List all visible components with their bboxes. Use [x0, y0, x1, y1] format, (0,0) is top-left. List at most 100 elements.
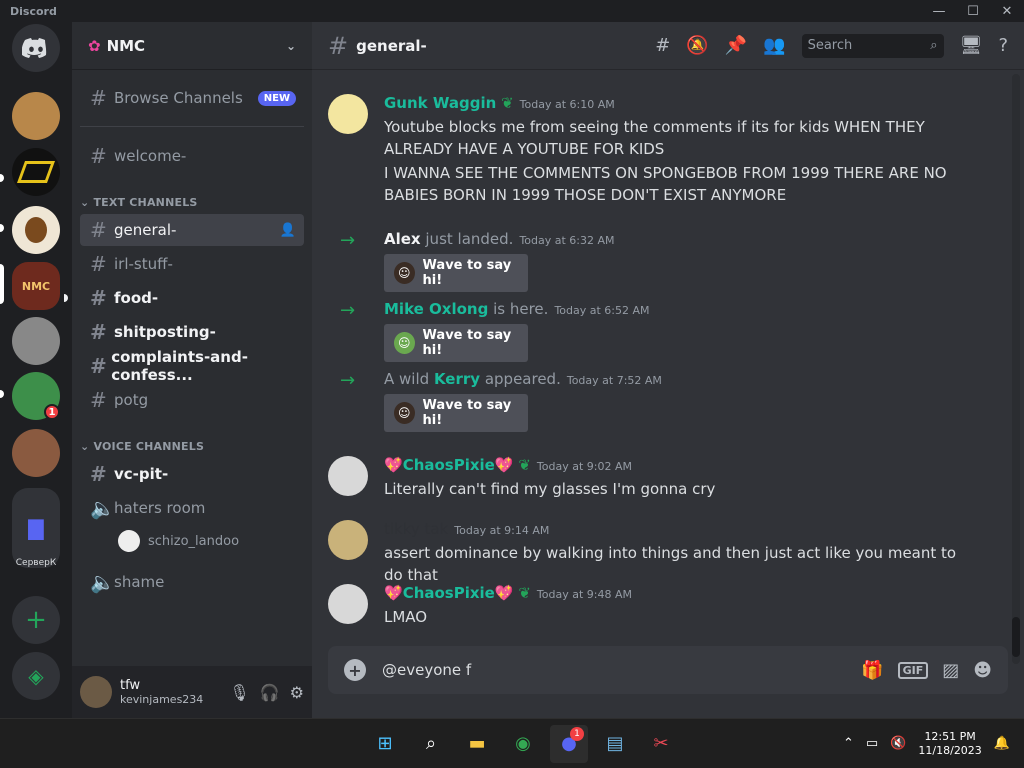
channel-potg[interactable]: # potg [80, 384, 304, 416]
channel-label: irl-stuff- [114, 255, 173, 273]
scrollbar-thumb[interactable] [1012, 617, 1020, 657]
add-attachment-icon[interactable]: + [344, 659, 366, 681]
server-folder[interactable]: ▇ [12, 488, 60, 568]
author-name[interactable]: tikky tak [384, 520, 448, 538]
channel-shitposting[interactable]: # shitposting- [80, 316, 304, 348]
notification-bell-icon[interactable]: 🔔 [994, 736, 1010, 751]
browse-channels[interactable]: # Browse Channels NEW [80, 82, 304, 114]
headphones-icon[interactable]: 🎧 [260, 683, 280, 702]
microphone-icon[interactable]: 🎙 [229, 683, 249, 702]
channel-welcome[interactable]: # welcome- [80, 140, 304, 172]
wave-label: Wave to say hi! [422, 398, 512, 428]
channel-label: food- [114, 289, 159, 307]
wave-sticker-icon: ☺ [394, 402, 415, 424]
members-icon[interactable]: 👥 [763, 35, 785, 56]
server-icon-3[interactable] [12, 206, 60, 254]
server-icon-5[interactable] [12, 317, 60, 365]
windows-start-icon[interactable]: ⊞ [366, 725, 404, 763]
server-icon-1[interactable] [12, 92, 60, 140]
minimize-icon[interactable]: — [922, 0, 956, 22]
sticker-icon[interactable]: ▨ [942, 660, 959, 681]
server-icon-small: ✿ [88, 36, 101, 55]
avatar[interactable] [328, 584, 368, 624]
hash-icon: # [90, 144, 107, 168]
server-icon-7[interactable] [12, 429, 60, 477]
scrollbar[interactable] [1012, 74, 1020, 664]
username: kevinjames234 [120, 693, 204, 706]
avatar[interactable] [80, 676, 112, 708]
wave-sticker-icon: ☺ [394, 262, 415, 284]
discord-home-icon[interactable] [12, 24, 60, 72]
unread-pill [0, 174, 4, 182]
wave-button[interactable]: ☺ Wave to say hi! [384, 254, 528, 292]
message-composer[interactable]: + @eveyone f 🎁 GIF ▨ ☻ [328, 646, 1008, 694]
mute-bell-icon[interactable]: 🔕 [686, 35, 708, 56]
channel-label: complaints-and-confess... [111, 348, 248, 384]
author-name[interactable]: ChaosPixie [403, 584, 495, 602]
channel-irl-stuff[interactable]: # irl-stuff- [80, 248, 304, 280]
wave-button[interactable]: ☺ Wave to say hi! [384, 394, 528, 432]
network-icon[interactable]: ▭ [866, 736, 878, 751]
taskbar-badge: 1 [570, 726, 584, 741]
volume-muted-icon[interactable]: 🔇 [890, 736, 906, 751]
server-icon-nmc[interactable]: NMC [12, 262, 60, 310]
wave-button[interactable]: ☺ Wave to say hi! [384, 324, 528, 362]
search-icon[interactable]: ⌕ [412, 725, 450, 763]
clock-time: 12:51 PM [924, 729, 976, 743]
channel-general[interactable]: # general- 👤 [80, 214, 304, 246]
snipping-tool-icon[interactable]: ✂ [642, 725, 680, 763]
close-icon[interactable]: ✕ [990, 0, 1024, 22]
threads-icon[interactable]: # [655, 35, 670, 56]
channel-food[interactable]: # food- [80, 282, 304, 314]
wave-label: Wave to say hi! [422, 328, 512, 358]
invite-icon[interactable]: 👤 [280, 223, 296, 238]
author-name[interactable]: ChaosPixie [403, 456, 495, 474]
discord-taskbar-icon[interactable]: ● 1 [550, 724, 588, 763]
maximize-icon[interactable]: ☐ [956, 0, 990, 22]
author-name[interactable]: Gunk Waggin [384, 94, 496, 112]
category-voice-channels[interactable]: ⌄ VOICE CHANNELS [80, 440, 204, 453]
category-text-channels[interactable]: ⌄ TEXT CHANNELS [80, 196, 198, 209]
channel-vc-pit[interactable]: # vc-pit- [80, 458, 304, 490]
message-text: LMAO [384, 608, 428, 626]
clock[interactable]: 12:51 PM 11/18/2023 [918, 730, 981, 758]
avatar[interactable] [328, 94, 368, 134]
channel-label: vc-pit- [114, 465, 169, 483]
timestamp: Today at 9:14 AM [454, 524, 550, 537]
hash-icon: # [90, 320, 107, 344]
chat-area: # general- # 🔕 📌 👥 Search ⌕ 🖥 ? Gunk Wag… [312, 22, 1024, 718]
voice-member[interactable]: schizo_landoo [118, 530, 239, 552]
file-explorer-icon[interactable]: ▬ [458, 725, 496, 763]
timestamp: Today at 6:32 AM [519, 234, 615, 247]
chevron-up-icon[interactable]: ⌃ [843, 736, 854, 751]
folder-label: СерверК [15, 558, 57, 568]
voice-channel-haters-room[interactable]: 🔈 haters room [80, 492, 304, 524]
gift-icon[interactable]: 🎁 [861, 660, 883, 681]
channel-complaints[interactable]: # complaints-and-confess... [80, 348, 304, 384]
channel-label: potg [114, 391, 149, 409]
search-input[interactable]: Search ⌕ [801, 33, 944, 58]
speaker-icon: 🔈 [90, 570, 115, 594]
inbox-icon[interactable]: 🖥 [960, 35, 983, 56]
add-server-icon[interactable]: + [12, 596, 60, 644]
explore-icon[interactable]: ◈ [12, 652, 60, 700]
pin-icon[interactable]: 📌 [725, 35, 747, 56]
channel-header: # general- # 🔕 📌 👥 Search ⌕ 🖥 ? [312, 22, 1024, 70]
author-name[interactable]: Mike Oxlong [384, 300, 488, 318]
timestamp: Today at 6:52 AM [554, 304, 650, 317]
notepad-icon[interactable]: ▤ [596, 725, 634, 763]
avatar[interactable] [328, 456, 368, 496]
emoji-icon[interactable]: ☻ [973, 660, 992, 681]
author-name[interactable]: Kerry [434, 370, 480, 388]
chrome-icon[interactable]: ◉ [504, 725, 542, 763]
voice-channel-shame[interactable]: 🔈 shame [80, 566, 304, 598]
message-input[interactable]: @eveyone f [382, 661, 471, 679]
avatar[interactable] [328, 520, 368, 560]
gear-icon[interactable]: ⚙ [290, 683, 304, 702]
voice-member-name: schizo_landoo [148, 533, 240, 549]
gif-icon[interactable]: GIF [897, 661, 929, 679]
server-header[interactable]: ✿ NMC ⌄ [72, 22, 312, 70]
help-icon[interactable]: ? [998, 35, 1008, 56]
server-icon-2[interactable] [12, 148, 60, 196]
author-name[interactable]: Alex [384, 230, 421, 248]
